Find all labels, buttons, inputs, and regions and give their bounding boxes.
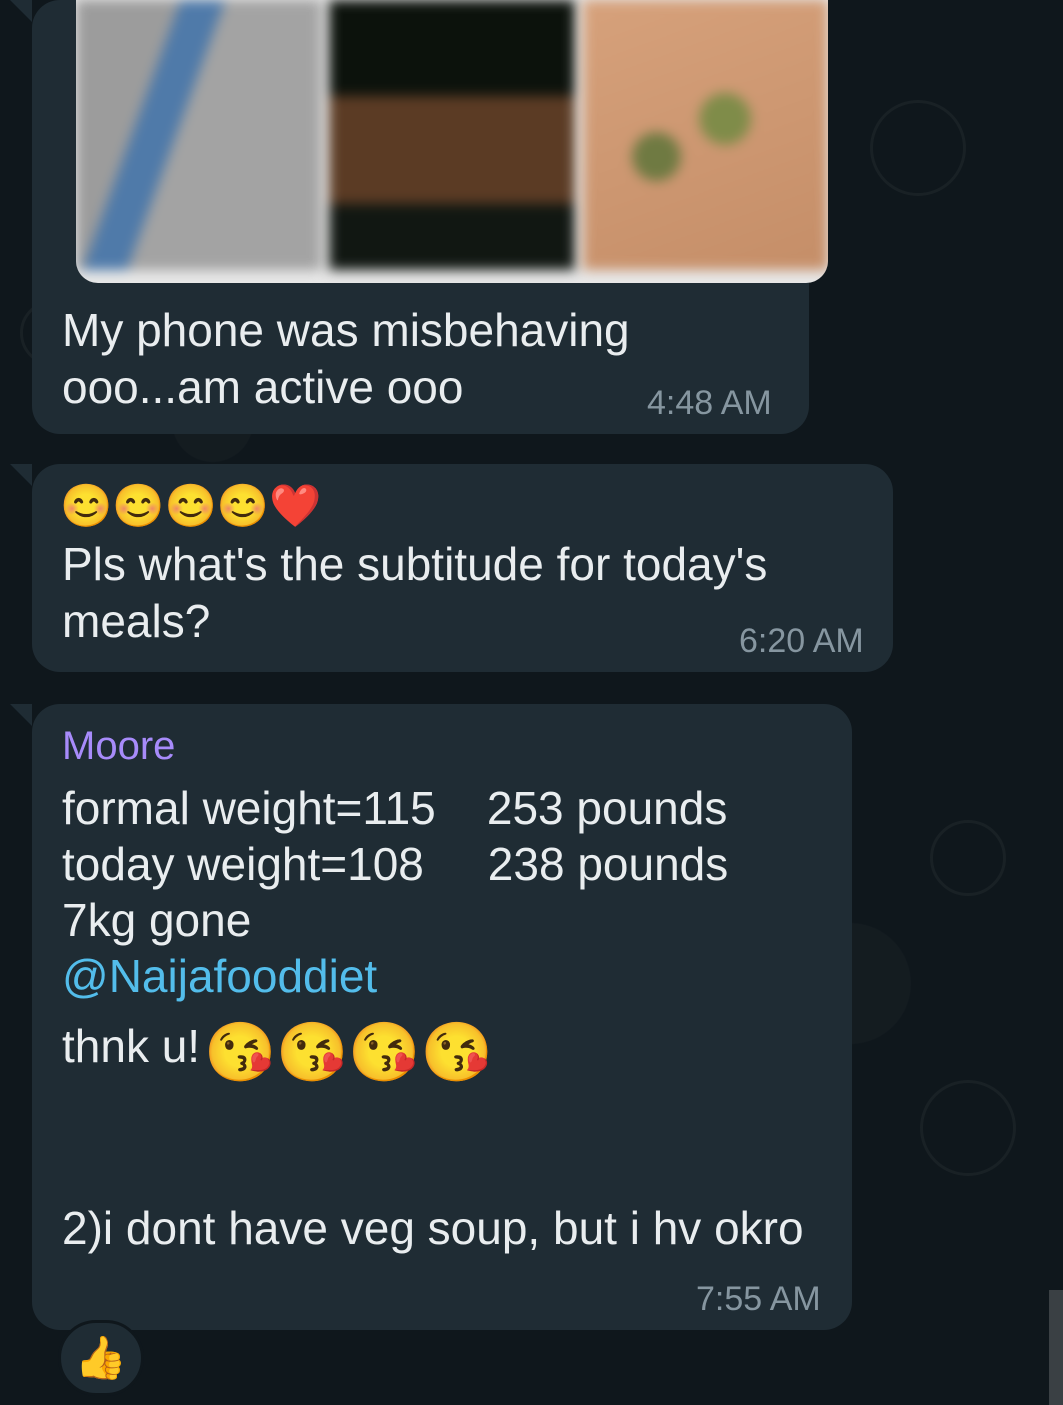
wallpaper-doodle [870, 100, 966, 196]
message-text: Pls what's the subtitude for today's mea… [62, 538, 768, 647]
wallpaper-doodle [930, 820, 1006, 896]
message-bubble-3[interactable]: Moore formal weight=115 253 pounds today… [10, 704, 852, 1330]
kiss-emoji-icon: 😘😘😘😘 [204, 1020, 493, 1085]
photo-thumbnail[interactable] [76, 0, 322, 270]
sender-name[interactable]: Moore [62, 724, 175, 769]
message-text: My phone was misbehaving ooo...am active… [62, 304, 630, 413]
message-line: formal weight=115 253 pounds [62, 782, 728, 834]
message-bubble-1[interactable]: My phone was misbehaving ooo...am active… [10, 0, 828, 434]
message-line: today weight=108 238 pounds [62, 838, 729, 890]
message-bubble-2[interactable]: 😊😊😊😊❤️ Pls what's the subtitude for toda… [10, 464, 893, 672]
mention-link[interactable]: @Naijafooddiet [62, 948, 377, 1005]
message-line: 7kg gone [62, 894, 252, 946]
photo-thumbnail[interactable] [329, 0, 575, 270]
scrollbar[interactable] [1049, 1290, 1063, 1405]
wallpaper-doodle [920, 1080, 1016, 1176]
image-gallery[interactable] [76, 0, 828, 283]
message-line: 2)i dont have veg soup, but i hv okro [62, 1202, 804, 1254]
message-time: 7:55 AM [696, 1280, 821, 1318]
message-line: thnk u! [62, 1020, 201, 1072]
smile-emoji-icon: 😊😊😊😊❤️ [60, 482, 322, 529]
message-time: 4:48 AM [647, 384, 772, 422]
thumbs-up-reaction-icon[interactable]: 👍 [58, 1320, 144, 1396]
message-time: 6:20 AM [739, 622, 864, 660]
photo-thumbnail[interactable] [582, 0, 828, 270]
